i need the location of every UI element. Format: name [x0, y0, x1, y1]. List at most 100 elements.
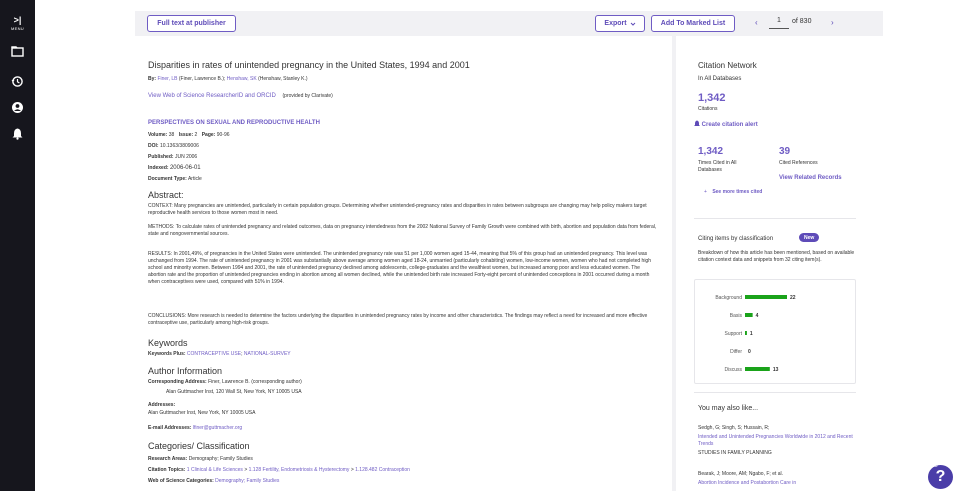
document-type-value: Article — [187, 176, 202, 182]
citations-label: Citations — [698, 106, 718, 112]
folder-icon[interactable] — [11, 45, 24, 58]
recommendation-title-link[interactable]: Intended and Unintended Pregnancies Worl… — [698, 434, 856, 448]
author-full-name: (Finer, Lawrence B.) — [178, 76, 224, 82]
full-text-button[interactable]: Full text at publisher — [147, 15, 236, 32]
cited-references-count[interactable]: 39 — [779, 146, 790, 157]
page-number-input[interactable]: 1 — [769, 17, 789, 29]
volume-line: Volume: 38 Issue: 2 Page: 90-96 — [148, 132, 230, 139]
recommendation-authors: Sedgh, G; Singh, S; Hussain, R; — [698, 425, 770, 431]
create-alert-link[interactable]: Create citation alert — [694, 120, 758, 128]
topic-separator: > — [244, 467, 248, 473]
author-link[interactable]: Henshaw, SK — [227, 76, 257, 82]
journal-link[interactable]: PERSPECTIVES ON SEXUAL AND REPRODUCTIVE … — [148, 120, 320, 126]
keywords-plus-label: Keywords Plus: — [148, 351, 186, 357]
researcher-id-line: View Web of Science ResearcherID and ORC… — [148, 93, 333, 99]
citation-topic-link[interactable]: 1.128.482 Contraception — [355, 467, 410, 473]
issue-label: Issue: — [178, 132, 194, 138]
menu-expand-icon: >| — [13, 15, 22, 25]
classification-bar[interactable] — [745, 295, 787, 299]
doi-value: 10.1363/3809006 — [159, 143, 199, 149]
citation-topics-label: Citation Topics: — [148, 467, 186, 473]
wos-categories-line: Web of Science Categories: Demography; F… — [148, 478, 279, 485]
author-info-heading: Author Information — [148, 366, 223, 376]
topic-separator: > — [350, 467, 354, 473]
published-value: JUN 2006 — [174, 154, 198, 160]
classification-label: Background — [715, 295, 742, 301]
classification-value: 1 — [750, 331, 753, 337]
recommendation-authors: Bearak, J; Moore, AM; Ngabo, F; et al. — [698, 471, 784, 477]
export-button[interactable]: Export — [595, 15, 645, 32]
authors-line: By: Finer, LB (Finer, Lawrence B.); Hens… — [148, 76, 308, 83]
classification-bar[interactable] — [745, 367, 770, 371]
classification-label: Differ — [730, 349, 742, 355]
times-cited-count[interactable]: 1,342 — [698, 146, 723, 157]
user-icon[interactable] — [11, 101, 24, 114]
abstract-results: RESULTS: In 2001,49%, of pregnancies in … — [148, 251, 651, 285]
corresponding-line: Corresponding Address: Finer, Lawrence B… — [148, 379, 302, 386]
author-link[interactable]: Finer, LB — [157, 76, 177, 82]
page-total: of 830 — [792, 18, 812, 25]
classification-chart-card: Background 22 Basis 4 Support 1 Differ 0 Discuss… — [694, 279, 856, 384]
volume-value: 38 — [168, 132, 175, 138]
keyword-link[interactable]: CONTRACEPTIVE USE — [187, 351, 241, 357]
page-label: Page: — [201, 132, 216, 138]
pages-value: 90-96 — [216, 132, 230, 138]
help-count-badge: 18 — [932, 463, 938, 469]
classification-value: 22 — [790, 295, 796, 301]
doi-label: DOI: — [148, 143, 159, 149]
classification-bar-chart: Background 22 Basis 4 Support 1 Differ 0 Discuss… — [715, 295, 796, 373]
classification-heading: Categories/ Classification — [148, 441, 250, 451]
author-separator: ; — [223, 76, 226, 82]
section-divider — [694, 218, 856, 219]
new-badge: New — [799, 233, 820, 242]
document-type-label: Document Type: — [148, 176, 187, 182]
abstract-context: CONTEXT: Many pregnancies are unintended… — [148, 203, 647, 216]
abstract-heading: Abstract: — [148, 190, 184, 200]
classification-value: 0 — [748, 349, 751, 355]
citations-count[interactable]: 1,342 — [698, 92, 726, 104]
addresses-label: Addresses: — [148, 402, 176, 408]
add-to-marked-list-button[interactable]: Add To Marked List — [651, 15, 735, 32]
cited-references-label: Cited References — [779, 160, 818, 166]
view-related-records-link[interactable]: View Related Records — [779, 175, 842, 181]
bell-icon — [694, 120, 700, 126]
keyword-link[interactable]: NATIONAL-SURVEY — [244, 351, 291, 357]
citing-description: Breakdown of how this article has been m… — [698, 250, 855, 263]
previous-page-button[interactable]: ‹ — [755, 18, 758, 27]
history-icon[interactable] — [11, 75, 24, 88]
email-link[interactable]: lfiner@guttmacher.org — [193, 425, 242, 431]
research-areas-line: Research Areas: Demography; Family Studi… — [148, 456, 253, 463]
doi-line: DOI: 10.1363/3809006 — [148, 143, 199, 150]
indexed-line: Indexed: 2006-06-01 — [148, 165, 201, 172]
next-page-button[interactable]: › — [831, 18, 834, 27]
classification-label: Discuss — [724, 367, 742, 373]
keywords-plus-line: Keywords Plus: CONTRACEPTIVE USE; NATION… — [148, 351, 291, 358]
see-more-label: See more times cited — [712, 189, 763, 195]
menu-label: MENU — [11, 26, 24, 31]
research-areas-label: Research Areas: — [148, 456, 188, 462]
document-type-line: Document Type: Article — [148, 176, 202, 183]
section-divider — [694, 392, 856, 393]
abstract-conclusions: CONCLUSIONS: More research is needed to … — [148, 313, 648, 326]
corresponding-note: (corresponding author) — [251, 379, 302, 385]
also-like-heading: You may also like... — [698, 405, 759, 412]
classification-value: 13 — [773, 367, 779, 373]
menu-toggle[interactable]: >| MENU — [0, 15, 35, 32]
classification-bar[interactable] — [745, 331, 747, 335]
published-label: Published: — [148, 154, 174, 160]
classification-bar[interactable] — [745, 313, 753, 317]
by-label: By: — [148, 76, 157, 82]
classification-label: Support — [724, 331, 742, 337]
researcher-id-link[interactable]: View Web of Science ResearcherID and ORC… — [148, 93, 276, 99]
citation-topic-link[interactable]: 1 Clinical & Life Sciences — [187, 467, 243, 473]
help-question-icon: ? — [935, 468, 946, 485]
email-line: E-mail Addresses: lfiner@guttmacher.org — [148, 425, 242, 432]
citation-topic-link[interactable]: 1.128 Fertility, Endometriosis & Hystere… — [249, 467, 350, 473]
recommendation-title-link[interactable]: Abortion Incidence and Postabortion Care… — [698, 480, 796, 487]
bell-icon[interactable] — [11, 127, 24, 140]
email-label: E-mail Addresses: — [148, 425, 192, 431]
see-more-times-cited-link[interactable]: + See more times cited — [704, 189, 762, 195]
export-label: Export — [604, 20, 627, 27]
wos-category-link[interactable]: Demography; Family Studies — [215, 478, 279, 484]
keywords-heading: Keywords — [148, 338, 188, 348]
